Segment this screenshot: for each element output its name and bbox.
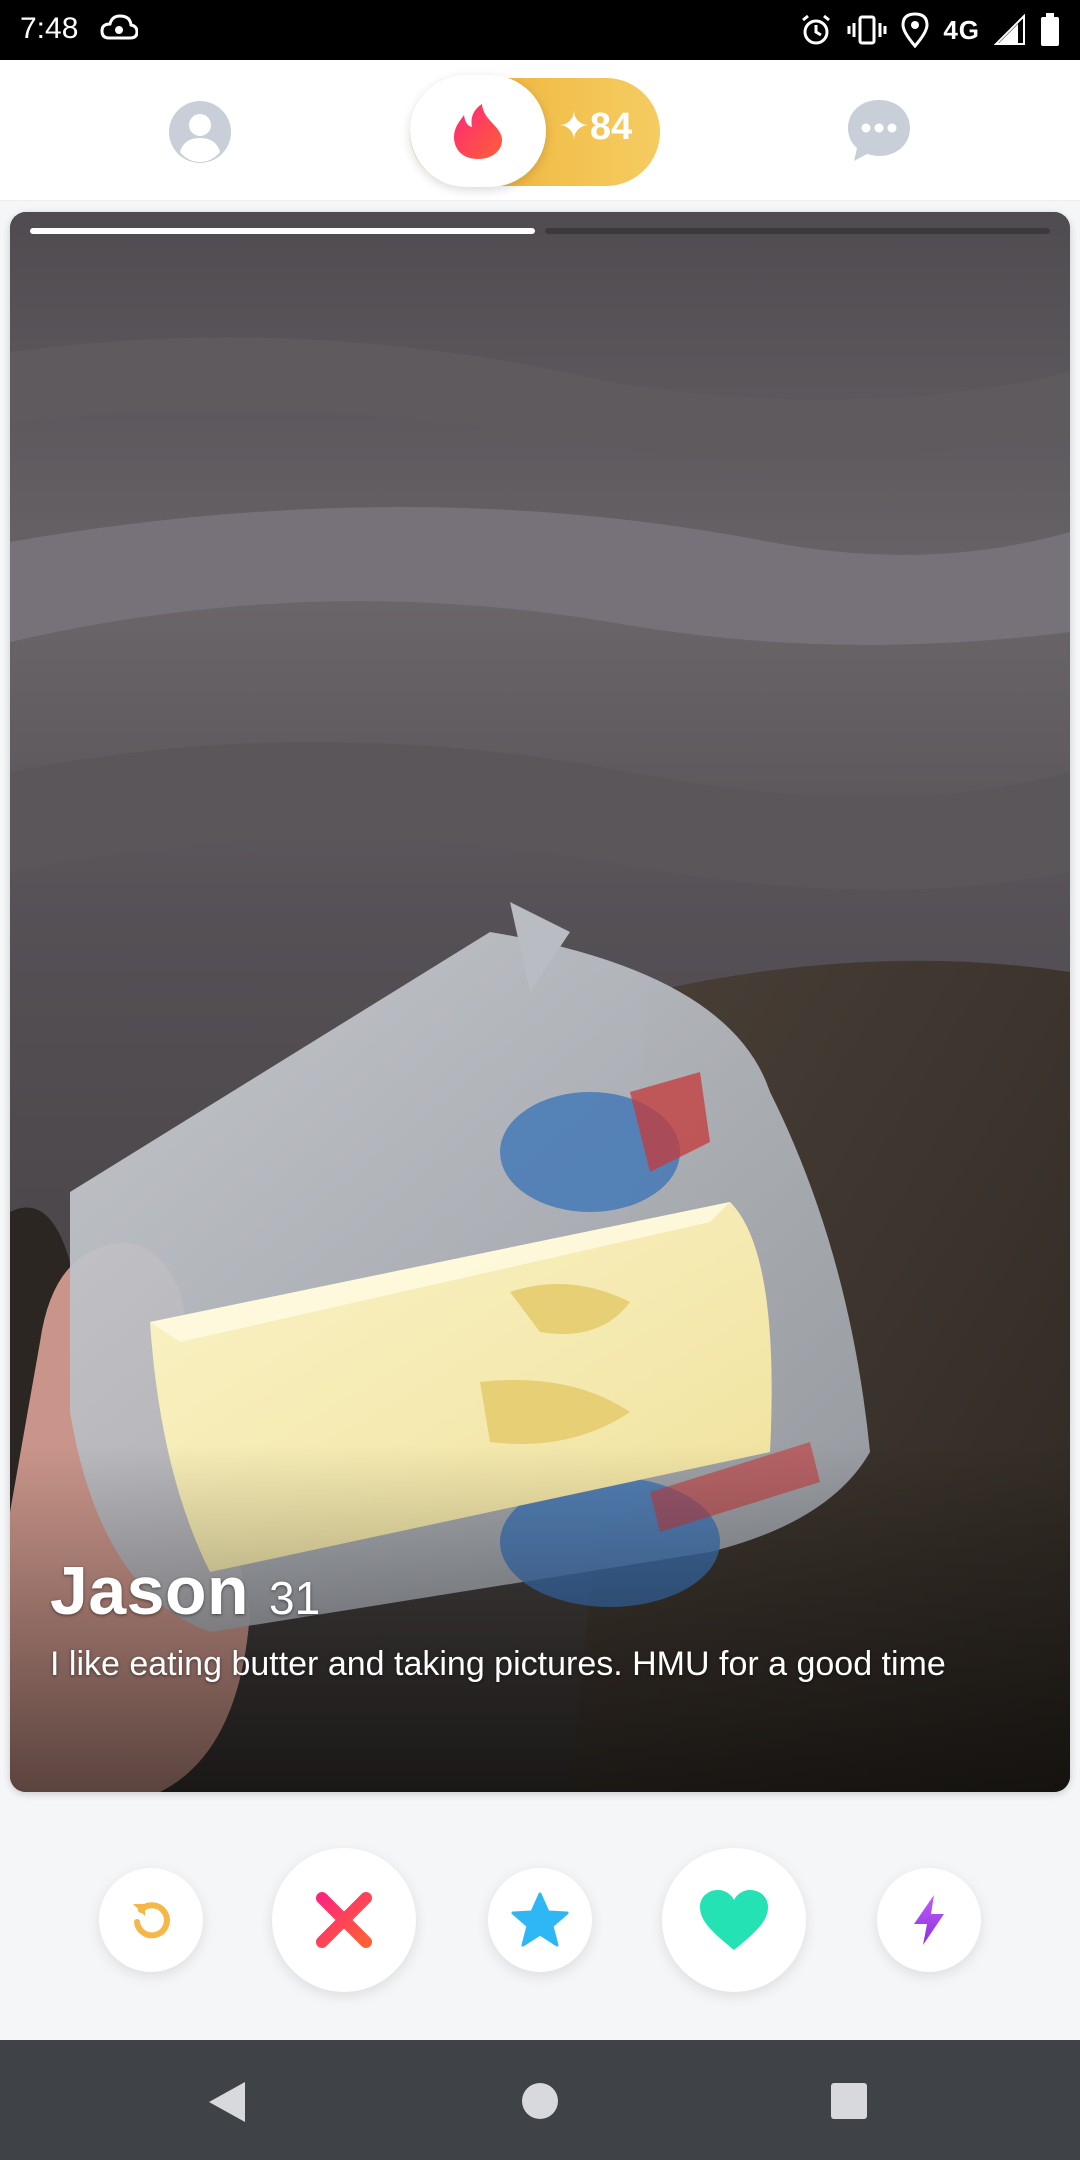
x-icon: [316, 1892, 372, 1948]
network-type: 4G: [943, 14, 980, 45]
cloud-icon: [100, 14, 138, 40]
action-bar: [0, 1820, 1080, 2020]
rewind-button[interactable]: [99, 1868, 203, 1972]
star-icon: [511, 1892, 569, 1947]
heart-icon: [700, 1890, 768, 1950]
like-button[interactable]: [662, 1848, 806, 1992]
status-time: 7:48: [20, 12, 79, 45]
top-nav: ✦84: [0, 60, 1080, 201]
profile-name: Jason: [50, 1553, 250, 1629]
profile-bio: I like eating butter and taking pictures…: [50, 1645, 946, 1683]
system-nav-bar: [0, 2040, 1080, 2160]
recents-icon[interactable]: [830, 2082, 868, 2120]
progress-segment: [545, 228, 1050, 234]
gold-count: 84: [589, 106, 633, 148]
vibrate-icon: [847, 15, 887, 45]
back-icon[interactable]: [207, 2080, 247, 2124]
signal-icon: [994, 14, 1025, 45]
photo-progress: [30, 228, 1050, 234]
super-like-button[interactable]: [488, 1868, 592, 1972]
profile-info: Jason 31 I like eating butter and taking…: [50, 1552, 1030, 1692]
profile-card[interactable]: Jason 31 I like eating butter and taking…: [10, 212, 1070, 1792]
bolt-icon: [914, 1895, 944, 1945]
status-bar: 7:48 4G: [0, 0, 1080, 60]
nope-button[interactable]: [272, 1848, 416, 1992]
progress-segment-active: [30, 228, 535, 234]
discover-tab[interactable]: [410, 75, 546, 187]
battery-icon: [1041, 13, 1059, 46]
sparkle-glyph: ✦: [558, 106, 590, 148]
boost-button[interactable]: [877, 1868, 981, 1972]
home-icon[interactable]: [521, 2082, 559, 2120]
profile-age: 31: [269, 1572, 321, 1624]
alarm-icon: [802, 14, 831, 45]
profile-icon[interactable]: [168, 100, 232, 164]
rewind-icon: [133, 1902, 170, 1939]
flame-icon: [454, 104, 502, 159]
chat-bubble-icon[interactable]: [846, 98, 912, 164]
location-icon: [901, 12, 929, 48]
